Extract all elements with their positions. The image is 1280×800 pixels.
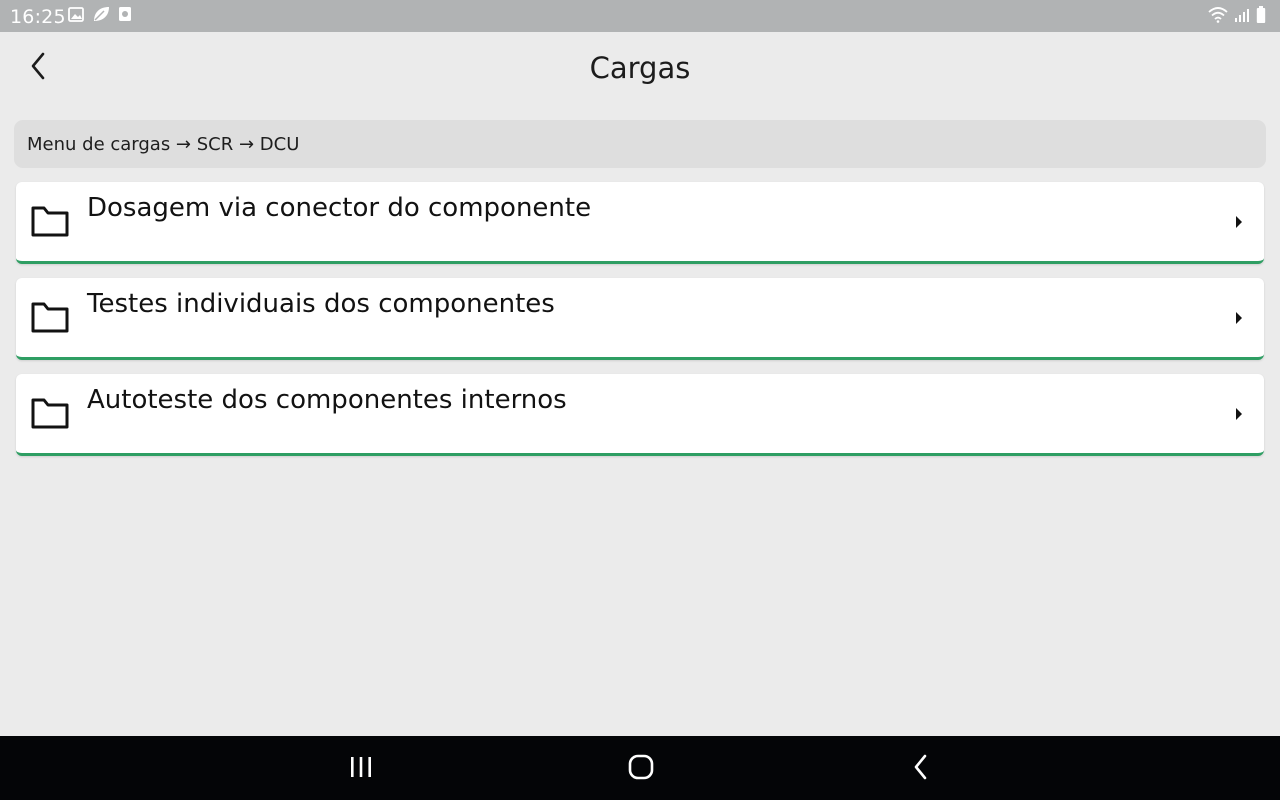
recent-apps-icon [348,755,374,784]
recent-apps-button[interactable] [341,752,381,786]
list-item-label: Testes individuais dos componentes [87,289,555,319]
system-nav-bar [0,736,1280,800]
battery-icon [1256,6,1266,29]
caret-right-icon [1234,310,1244,326]
app-bar: Cargas [0,32,1280,108]
folder-icon [30,396,70,430]
status-icons-left [68,6,132,27]
list-item-label: Dosagem via conector do componente [87,193,592,223]
leaf-icon [92,6,110,27]
list-item[interactable]: Autoteste dos componentes internos [16,374,1264,456]
caret-right-icon [1234,406,1244,422]
status-time: 16:25 [10,6,66,28]
menu-list: Dosagem via conector do componente Teste… [16,182,1264,470]
home-icon [627,753,655,786]
back-icon [913,753,929,786]
image-icon [68,6,84,27]
wifi-icon [1208,7,1228,28]
home-button[interactable] [621,752,661,786]
screenshot-icon [118,6,132,27]
folder-icon [30,204,70,238]
caret-right-icon [1234,214,1244,230]
list-item[interactable]: Testes individuais dos componentes [16,278,1264,360]
folder-icon [30,300,70,334]
status-bar: 16:25 [0,0,1280,32]
list-item-label: Autoteste dos componentes internos [87,385,567,415]
nav-back-button[interactable] [901,752,941,786]
signal-icon [1234,7,1250,28]
list-item[interactable]: Dosagem via conector do componente [16,182,1264,264]
status-icons-right [1208,6,1266,29]
page-title: Cargas [589,51,691,85]
breadcrumb: Menu de cargas → SCR → DCU [14,120,1266,168]
